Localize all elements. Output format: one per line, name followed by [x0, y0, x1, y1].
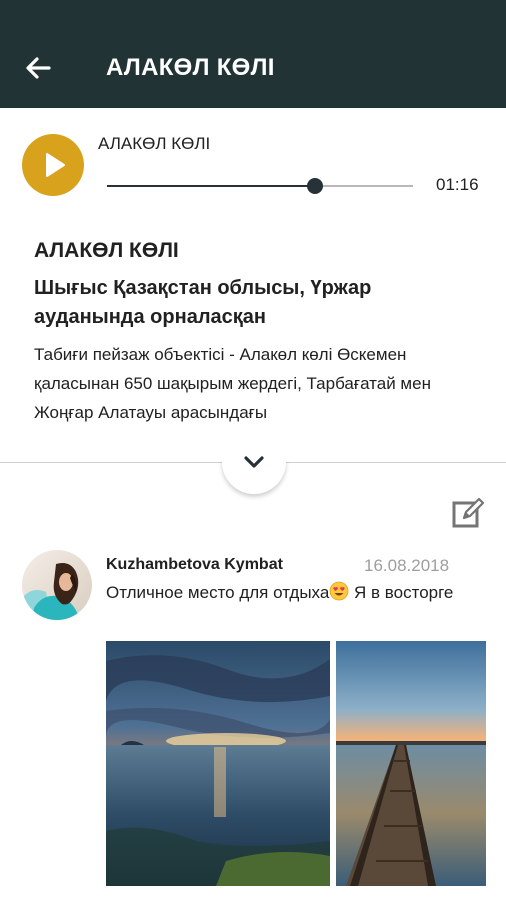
seek-thumb[interactable]: [307, 178, 324, 194]
seek-bar[interactable]: [107, 176, 413, 196]
comment-text: Отличное место для отдыха Я в восторге: [106, 580, 466, 605]
page-title: АЛАКӨЛ КӨЛІ: [106, 54, 275, 81]
avatar[interactable]: [22, 550, 92, 620]
description-title: АЛАКӨЛ КӨЛІ: [34, 239, 179, 262]
sunset-photo: [106, 641, 330, 886]
chevron-down-icon[interactable]: [241, 449, 267, 475]
write-comment-button[interactable]: [450, 495, 486, 531]
seek-progress: [107, 185, 316, 187]
playback-time: 01:16: [436, 175, 479, 194]
comment-photo[interactable]: [336, 641, 486, 886]
play-button[interactable]: [22, 134, 84, 196]
comment-date: 16.08.2018: [364, 556, 450, 575]
back-button[interactable]: [22, 52, 54, 84]
app-bar: АЛАКӨЛ КӨЛІ: [0, 0, 506, 108]
comment-text-part: Я в восторге: [349, 583, 454, 602]
description-subtitle: Шығыс Қазақстан облысы, Үржар ауданында …: [34, 277, 372, 328]
avatar-photo: [22, 550, 92, 620]
edit-icon: [452, 497, 485, 528]
description-body: Табиғи пейзаж объектісі - Алакөл көлі Өс…: [34, 345, 431, 422]
play-icon: [46, 153, 65, 177]
pier-photo: [336, 641, 486, 886]
smiling-face-with-heart-eyes-icon: [329, 581, 349, 601]
comment-author[interactable]: Kuzhambetova Kymbat: [106, 556, 283, 574]
comment-text-part: Отличное место для отдыха: [106, 583, 330, 602]
arrow-left-icon: [26, 57, 51, 79]
comment-photo[interactable]: [106, 641, 330, 886]
track-title: АЛАКӨЛ КӨЛІ: [98, 134, 211, 153]
